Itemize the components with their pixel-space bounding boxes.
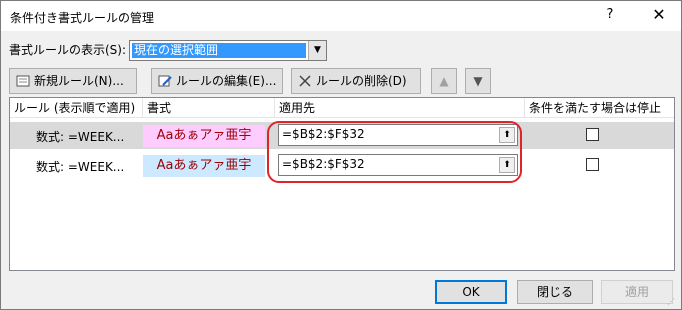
edit-rule-label: ルールの編集(E)... [176, 74, 277, 88]
col-header-applies-to: 適用先 [275, 98, 525, 118]
show-rules-label: 書式ルールの表示(S): [9, 43, 127, 57]
title-bar: 条件付き書式ルールの管理 ? ✕ [1, 1, 681, 31]
edit-rule-icon [158, 75, 172, 87]
delete-rule-button[interactable]: ルールの削除(D) [291, 68, 421, 94]
help-button[interactable]: ? [599, 7, 621, 25]
chevron-down-icon[interactable]: ▼ [308, 41, 326, 60]
new-rule-icon [16, 75, 30, 87]
delete-rule-label: ルールの削除(D) [316, 74, 407, 88]
dialog-title: 条件付き書式ルールの管理 [10, 11, 155, 25]
new-rule-label: 新規ルール(N)... [34, 74, 124, 88]
stop-if-true-checkbox[interactable] [586, 128, 599, 141]
apply-button[interactable]: 適用 [601, 280, 673, 304]
delete-icon [299, 75, 311, 87]
arrow-down-icon: ▼ [473, 74, 483, 88]
move-up-button[interactable]: ▲ [431, 68, 457, 94]
rule-description: 数式: =WEEK... [36, 160, 125, 174]
rules-toolbar: 新規ルール(N)... ルールの編集(E)... ルールの削除(D) ▲ ▼ [9, 67, 529, 95]
format-preview: Aaあぁアァ亜宇 [143, 155, 265, 177]
red-highlight-annotation [267, 121, 522, 183]
move-down-button[interactable]: ▼ [465, 68, 491, 94]
ok-button[interactable]: OK [435, 280, 507, 304]
format-preview: Aaあぁアァ亜宇 [143, 125, 265, 147]
scope-selected-value: 現在の選択範囲 [132, 43, 306, 58]
arrow-up-icon: ▲ [439, 74, 449, 88]
scope-select[interactable]: 現在の選択範囲 ▼ [129, 40, 327, 61]
close-button[interactable]: 閉じる [517, 280, 593, 304]
col-header-rule: ルール (表示順で適用) [10, 98, 143, 118]
resize-grip-icon[interactable]: ⋰ [667, 297, 679, 309]
rule-description: 数式: =WEEK... [36, 130, 125, 144]
close-icon[interactable]: ✕ [647, 5, 671, 27]
stop-if-true-checkbox[interactable] [586, 158, 599, 171]
edit-rule-button[interactable]: ルールの編集(E)... [151, 68, 283, 94]
col-header-format: 書式 [143, 98, 275, 118]
new-rule-button[interactable]: 新規ルール(N)... [9, 68, 137, 94]
conditional-formatting-dialog: 条件付き書式ルールの管理 ? ✕ 書式ルールの表示(S): 現在の選択範囲 ▼ … [0, 0, 682, 310]
col-header-stop-if-true: 条件を満たす場合は停止 [525, 98, 674, 118]
